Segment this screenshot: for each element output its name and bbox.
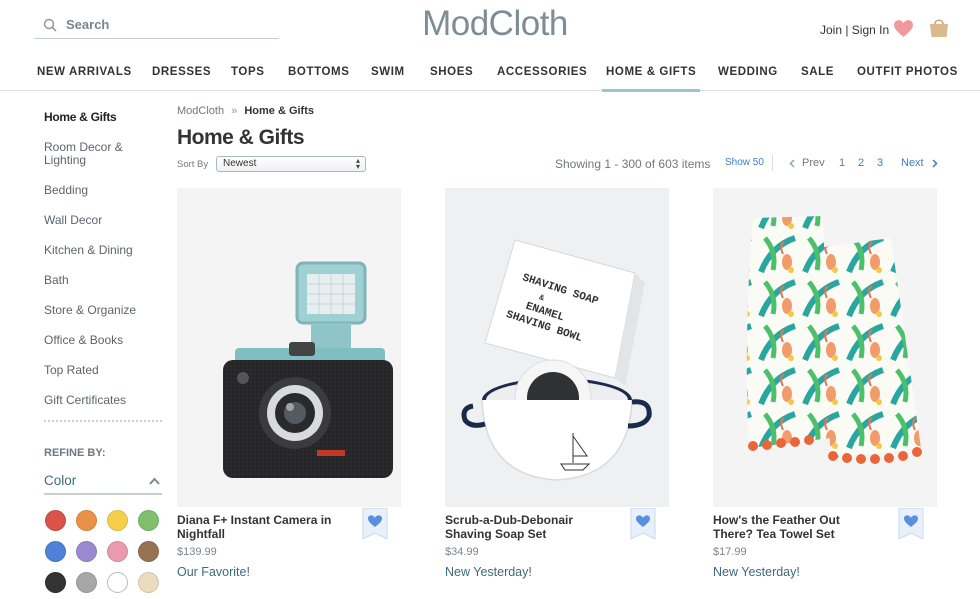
heart-icon[interactable] bbox=[893, 19, 914, 38]
page-3[interactable]: 3 bbox=[877, 157, 883, 169]
nav-sale[interactable]: SALE bbox=[801, 66, 834, 78]
prev-page-link[interactable]: Prev bbox=[802, 157, 825, 169]
sidebar-item-kitchen-dining[interactable]: Kitchen & Dining bbox=[44, 244, 154, 257]
site-logo[interactable]: ModCloth bbox=[420, 4, 570, 44]
breadcrumb: ModCloth » Home & Gifts bbox=[177, 105, 314, 117]
sidebar-item-room-decor[interactable]: Room Decor & Lighting bbox=[44, 141, 130, 167]
product-tag: New Yesterday! bbox=[713, 565, 800, 579]
nav-wedding[interactable]: WEDDING bbox=[718, 66, 778, 78]
refine-by-label: REFINE BY: bbox=[44, 447, 106, 459]
favorite-heart-icon[interactable] bbox=[362, 508, 388, 540]
color-swatch[interactable] bbox=[76, 510, 97, 531]
nav-swim[interactable]: SWIM bbox=[371, 66, 405, 78]
nav-dresses[interactable]: DRESSES bbox=[152, 66, 211, 78]
page-2[interactable]: 2 bbox=[858, 157, 864, 169]
nav-home-gifts[interactable]: HOME & GIFTS bbox=[602, 66, 701, 92]
sort-select-value: Newest bbox=[223, 158, 257, 169]
color-swatch[interactable] bbox=[107, 510, 128, 531]
color-swatch[interactable] bbox=[138, 541, 159, 562]
chevron-up-icon bbox=[149, 477, 160, 485]
product-image-camera[interactable] bbox=[177, 188, 401, 507]
next-page-link[interactable]: Next bbox=[901, 157, 924, 169]
sort-select[interactable]: Newest ▴ ▾ bbox=[216, 156, 366, 172]
sidebar-item-store-organize[interactable]: Store & Organize bbox=[44, 304, 154, 317]
sidebar-item-bath[interactable]: Bath bbox=[44, 274, 154, 287]
color-swatch[interactable] bbox=[107, 541, 128, 562]
nav-bottoms[interactable]: BOTTOMS bbox=[288, 66, 350, 78]
product-name[interactable]: Diana F+ Instant Camera in Nightfall bbox=[177, 513, 347, 541]
sort-by-label: Sort By bbox=[177, 159, 209, 170]
search-input[interactable] bbox=[66, 14, 266, 34]
sidebar-item-wall-decor[interactable]: Wall Decor bbox=[44, 214, 154, 227]
nav-accessories[interactable]: ACCESSORIES bbox=[497, 66, 587, 78]
sidebar-item-bedding[interactable]: Bedding bbox=[44, 184, 154, 197]
sidebar-divider bbox=[44, 420, 162, 422]
breadcrumb-separator: » bbox=[231, 105, 238, 117]
color-swatch[interactable] bbox=[76, 572, 97, 593]
color-swatch[interactable] bbox=[45, 572, 66, 593]
color-filter-label: Color bbox=[44, 473, 77, 488]
color-swatch[interactable] bbox=[107, 572, 128, 593]
sidebar-item-gift-certificates[interactable]: Gift Certificates bbox=[44, 394, 154, 407]
nav-new-arrivals[interactable]: NEW ARRIVALS bbox=[37, 66, 132, 78]
color-swatch[interactable] bbox=[138, 572, 159, 593]
show-50-link[interactable]: Show 50 bbox=[725, 157, 764, 168]
product-image-shaving-set[interactable]: SHAVING SOAP & ENAMEL SHAVING BOWL bbox=[445, 188, 669, 507]
color-swatch[interactable] bbox=[45, 510, 66, 531]
breadcrumb-root[interactable]: ModCloth bbox=[177, 105, 224, 117]
product-name[interactable]: How's the Feather Out There? Tea Towel S… bbox=[713, 513, 883, 541]
color-filter-toggle[interactable]: Color bbox=[44, 473, 162, 495]
main-nav: NEW ARRIVALS DRESSES TOPS BOTTOMS SWIM S… bbox=[0, 60, 980, 92]
product-price: $139.99 bbox=[177, 546, 217, 558]
favorite-heart-icon[interactable] bbox=[898, 508, 924, 540]
nav-shoes[interactable]: SHOES bbox=[430, 66, 473, 78]
search-icon bbox=[43, 18, 57, 32]
page-title: Home & Gifts bbox=[177, 126, 305, 149]
product-price: $17.99 bbox=[713, 546, 747, 558]
color-swatch[interactable] bbox=[45, 541, 66, 562]
sidebar-item-office-books[interactable]: Office & Books bbox=[44, 334, 154, 347]
breadcrumb-current: Home & Gifts bbox=[244, 105, 315, 117]
pager-divider bbox=[772, 155, 773, 171]
site-header: ModCloth Join | Sign In NEW ARRIVALS DRE… bbox=[0, 0, 980, 92]
chevron-right-icon[interactable] bbox=[932, 159, 938, 168]
sidebar-item-top-rated[interactable]: Top Rated bbox=[44, 364, 154, 377]
chevron-left-icon bbox=[789, 159, 795, 168]
product-price: $34.99 bbox=[445, 546, 479, 558]
product-tag: Our Favorite! bbox=[177, 565, 250, 579]
color-swatch[interactable] bbox=[76, 541, 97, 562]
shopping-bag-icon[interactable] bbox=[928, 16, 950, 39]
join-sign-in-link[interactable]: Join | Sign In bbox=[820, 23, 889, 37]
color-swatch[interactable] bbox=[138, 510, 159, 531]
select-arrows-icon: ▴ ▾ bbox=[355, 156, 360, 171]
search-bar[interactable] bbox=[34, 8, 279, 39]
product-tag: New Yesterday! bbox=[445, 565, 532, 579]
nav-tops[interactable]: TOPS bbox=[231, 66, 265, 78]
sidebar-item-home-gifts[interactable]: Home & Gifts bbox=[44, 111, 154, 124]
product-image-tea-towels[interactable] bbox=[713, 188, 937, 507]
nav-outfit-photos[interactable]: OUTFIT PHOTOS bbox=[857, 66, 958, 78]
results-count: Showing 1 - 300 of 603 items bbox=[555, 157, 711, 171]
product-name[interactable]: Scrub-a-Dub-Debonair Shaving Soap Set bbox=[445, 513, 615, 541]
page-1[interactable]: 1 bbox=[839, 157, 845, 169]
favorite-heart-icon[interactable] bbox=[630, 508, 656, 540]
